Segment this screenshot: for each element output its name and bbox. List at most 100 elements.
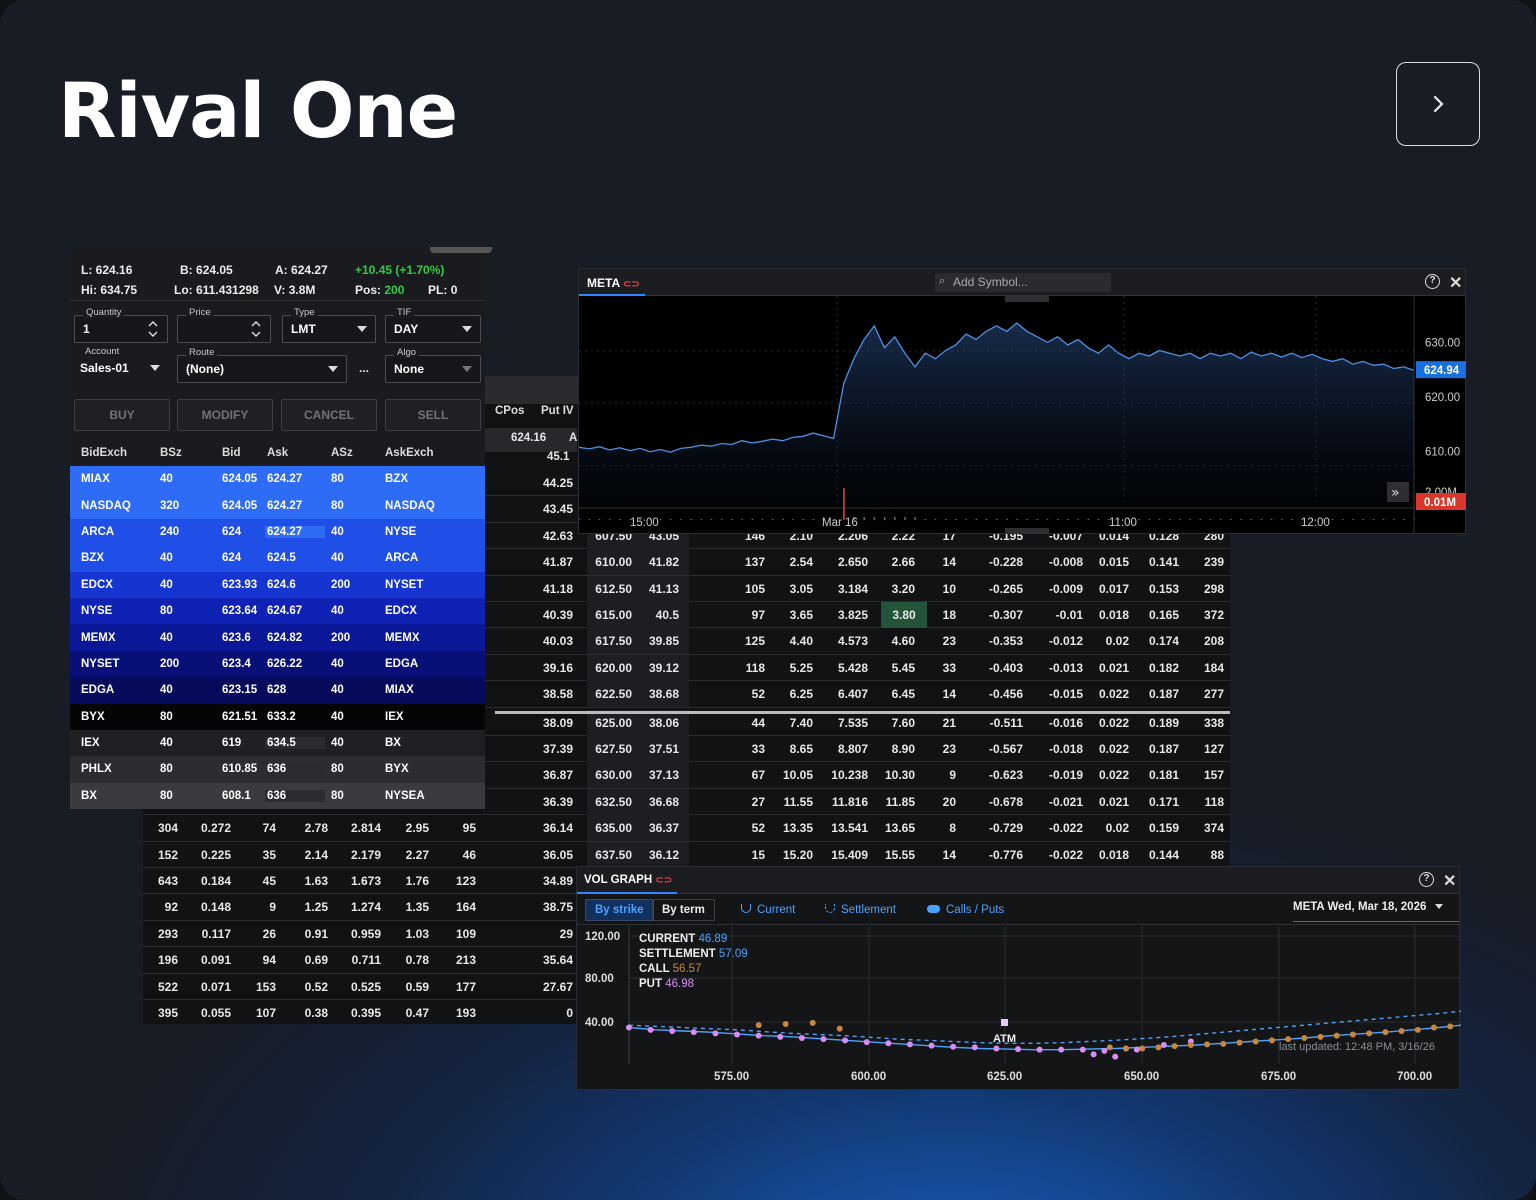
legend-calls-puts[interactable]: Calls / Puts: [927, 904, 1004, 916]
price-chart-plot[interactable]: 630.00620.00610.002.00M624.940.01M15:00M…: [579, 296, 1467, 534]
book-row[interactable]: NYSE 80 623.64 624.67 40 EDCX: [70, 597, 485, 625]
call-iv-point: [1430, 1024, 1437, 1031]
volume-bar: [1036, 519, 1039, 520]
chain-cell-piv: 36.87: [542, 768, 573, 783]
help-icon[interactable]: ?: [1425, 274, 1440, 289]
more-options-button[interactable]: ...: [359, 361, 369, 375]
book-row[interactable]: PHLX 80 610.85 636 80 BYX: [70, 756, 485, 783]
volume-bar: [1331, 519, 1334, 520]
chain-cell-piv: 36.39: [542, 794, 573, 809]
chain-row[interactable]: 304 0.272 74 2.78 2.814 2.95 95 36.14 635.00 36.3…: [143, 815, 1230, 842]
book-header-bsz: BSz: [160, 447, 182, 459]
help-icon[interactable]: ?: [1419, 872, 1434, 887]
legend-current[interactable]: Current: [741, 904, 795, 916]
legend-settlement[interactable]: Settlement: [825, 904, 896, 916]
account-select[interactable]: Account Sales-01: [74, 346, 168, 383]
book-row[interactable]: BYX 80 621.51 633.2 40 IEX: [70, 703, 485, 730]
buy-button[interactable]: BUY: [74, 399, 170, 431]
book-row[interactable]: MEMX 40 623.6 624.82 200 MEMX: [70, 624, 485, 651]
last-volume-label: 0.01M: [1424, 497, 1456, 509]
book-row[interactable]: IEX 40 619 634.5 40 BX: [70, 729, 485, 757]
stepper-icon[interactable]: [251, 319, 261, 339]
book-cell-asz: 80: [331, 499, 344, 512]
book-row[interactable]: NYSET 200 623.4 626.22 40 EDGA: [70, 650, 485, 678]
time-tick-label: 12:00: [1301, 517, 1330, 529]
book-cell-bid: 619: [222, 737, 242, 750]
close-icon[interactable]: ✕: [1449, 273, 1462, 293]
book-row[interactable]: EDGA 40 623.15 628 40 MIAX: [70, 677, 485, 704]
quantity-stepper[interactable]: Quantity 1: [74, 307, 168, 343]
chart-symbol-tab[interactable]: META ⊂⊃: [587, 276, 640, 290]
call-iv-point: [1447, 1023, 1454, 1030]
chain-cell-j: 88: [1210, 847, 1224, 862]
tif-select[interactable]: TIF DAY: [385, 307, 481, 343]
readout-current-value: 46.89: [698, 933, 728, 945]
order-type-select[interactable]: Type LMT: [282, 307, 376, 343]
add-symbol-input[interactable]: ⌕ Add Symbol...: [935, 273, 1111, 292]
book-row[interactable]: ARCA 240 624 624.27 40 NYSE: [70, 518, 485, 546]
last-price: 624.16: [95, 263, 133, 277]
chain-cell-piv: 41.18: [542, 581, 573, 596]
book-cell-bid: 624.05: [222, 499, 258, 512]
stepper-icon[interactable]: [148, 319, 158, 339]
call-iv-point: [755, 1022, 762, 1029]
book-row[interactable]: NASDAQ 320 624.05 624.27 80 NASDAQ: [70, 492, 485, 519]
book-row[interactable]: BX 80 608.1 636 80 NYSEA: [70, 782, 485, 810]
cancel-button[interactable]: CANCEL: [281, 399, 377, 431]
chain-row[interactable]: 152 0.225 35 2.14 2.179 2.27 46 36.05 637.50 36.1…: [143, 841, 1230, 868]
chain-cell-j: 298: [1203, 581, 1224, 596]
ticket-drag-handle[interactable]: [430, 247, 492, 253]
book-cell-bsz: 40: [160, 684, 173, 697]
by-strike-tab[interactable]: By strike: [585, 899, 654, 921]
algo-select[interactable]: Algo None: [385, 347, 481, 383]
volume-bar: [1362, 519, 1364, 520]
volume-bar: [1097, 519, 1100, 520]
chain-cell-piv: 35.64: [542, 953, 573, 968]
last-price-label: 624.94: [1424, 365, 1460, 377]
chain-cell-b: 4.40: [789, 634, 813, 649]
chain-cell-c: 3.825: [837, 608, 868, 622]
volume-bar: [731, 519, 733, 520]
book-cell-ask: 624.67: [267, 605, 303, 618]
call-iv-point: [1252, 1038, 1259, 1045]
book-row[interactable]: MIAX 40 624.05 624.27 80 BZX: [70, 466, 485, 493]
chain-cell-f: -0.623: [988, 768, 1023, 783]
link-icon[interactable]: ⊂⊃: [623, 279, 640, 290]
route-select[interactable]: Route (None): [177, 347, 347, 383]
caret-down-icon: [462, 326, 472, 332]
chain-putiv-top: 45.1: [547, 451, 570, 463]
modify-button[interactable]: MODIFY: [177, 399, 273, 431]
chain-cell-civ: 39.12: [648, 660, 679, 675]
put-iv-point: [712, 1030, 719, 1037]
algo-value: None: [394, 362, 424, 376]
chain-cell-piv: 36.05: [542, 847, 573, 862]
price-stepper[interactable]: Price: [177, 307, 271, 343]
book-cell-asz: 40: [331, 710, 344, 723]
book-row[interactable]: BZX 40 624 624.5 40 ARCA: [70, 545, 485, 572]
volume-bar: [1138, 519, 1140, 520]
next-button[interactable]: [1396, 62, 1480, 146]
book-cell-bsz: 80: [160, 605, 173, 618]
link-icon[interactable]: ⊂⊃: [655, 875, 672, 886]
close-icon[interactable]: ✕: [1443, 871, 1456, 891]
chain-header-cpos: CPos: [495, 405, 525, 417]
volume-bar: [1179, 519, 1181, 520]
double-chevron-right-icon: »: [1391, 485, 1400, 501]
book-row[interactable]: EDCX 40 623.93 624.6 200 NYSET: [70, 571, 485, 598]
vol-graph-tab[interactable]: VOL GRAPH ⊂⊃: [584, 874, 672, 886]
chain-cell-piv: 29: [559, 926, 573, 941]
algo-label: Algo: [394, 347, 420, 358]
expiry-select[interactable]: META Wed, Mar 18, 2026: [1293, 901, 1443, 913]
sell-button[interactable]: SELL: [385, 399, 481, 431]
chain-cell-b: 13.35: [782, 821, 813, 836]
put-iv-point: [1079, 1046, 1086, 1053]
book-cell-bid: 610.85: [222, 763, 258, 776]
book-cell-bidexch: MIAX: [81, 473, 110, 486]
book-cell-ask: 624.27: [265, 525, 325, 538]
put-iv-point: [906, 1041, 913, 1048]
account-value: Sales-01: [80, 361, 129, 375]
book-cell-bid: 623.93: [222, 578, 258, 591]
volume-value: 3.8M: [288, 283, 316, 297]
by-term-tab[interactable]: By term: [652, 899, 715, 921]
book-cell-asz: 80: [331, 763, 344, 776]
